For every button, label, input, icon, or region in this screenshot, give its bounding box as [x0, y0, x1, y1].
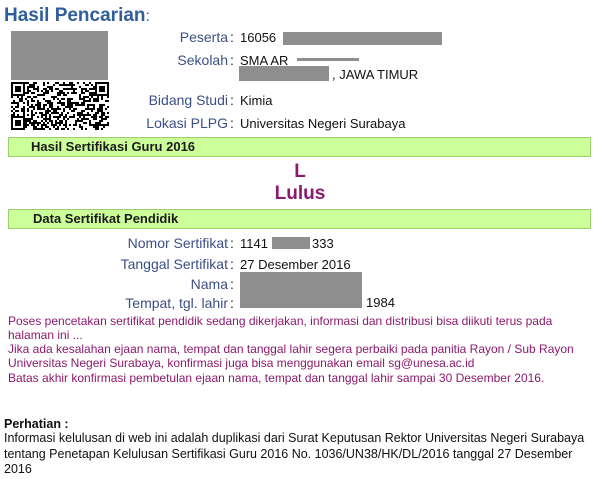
ttl-value-end: 1984	[366, 295, 395, 310]
perhatian-heading: Perhatian :	[4, 417, 69, 431]
sekolah-label: Sekolah	[177, 52, 228, 68]
nomor-sertifikat-colon: :	[230, 235, 234, 251]
result-status: Lulus	[274, 183, 326, 204]
result-code: L	[294, 161, 306, 182]
ttl-label: Tempat, tgl. lahir	[125, 295, 228, 311]
nama-redaction	[240, 272, 362, 308]
page-title-colon: :	[145, 8, 150, 25]
data-sertifikat-band: Data Sertifikat Pendidik	[8, 209, 591, 229]
nama-colon: :	[230, 276, 234, 292]
peserta-value: 16056	[240, 30, 277, 45]
sekolah-redaction-2	[239, 66, 329, 81]
notice-deadline: Batas akhir konfirmasi pembetulan ejaan …	[8, 371, 545, 385]
nama-label: Nama	[190, 276, 228, 292]
tanggal-sertifikat-colon: :	[230, 256, 234, 272]
sekolah-redaction-1	[297, 58, 359, 61]
nomor-sertifikat-value-start: 1141	[240, 236, 268, 251]
page-title-text: Hasil Pencarian	[4, 5, 146, 26]
notice-correction: Jika ada kesalahan ejaan nama, tempat da…	[8, 342, 574, 370]
perhatian-body: Informasi kelulusan di web ini adalah du…	[4, 431, 585, 476]
peserta-label: Peserta	[179, 29, 228, 45]
tanggal-sertifikat-value: 27 Desember 2016	[240, 257, 351, 272]
hasil-sertifikasi-band: Hasil Sertifikasi Guru 2016	[8, 137, 591, 157]
bidang-studi-colon: :	[230, 92, 234, 108]
lokasi-plpg-value: Universitas Negeri Surabaya	[240, 116, 406, 131]
sekolah-value-line2: , JAWA TIMUR	[332, 67, 419, 82]
bidang-studi-label: Bidang Studi	[148, 92, 228, 108]
ttl-colon: :	[230, 295, 234, 311]
peserta-redaction	[283, 32, 442, 45]
tanggal-sertifikat-label: Tanggal Sertifikat	[120, 256, 228, 272]
nomor-sertifikat-redaction	[272, 237, 310, 249]
lokasi-plpg-colon: :	[230, 115, 234, 131]
nomor-sertifikat-value-end: 333	[312, 236, 334, 251]
page-title: Hasil Pencarian:	[4, 5, 150, 27]
sekolah-colon: :	[230, 52, 234, 68]
peserta-colon: :	[230, 29, 234, 45]
bidang-studi-value: Kimia	[240, 93, 273, 108]
nomor-sertifikat-label: Nomor Sertifikat	[127, 235, 228, 251]
lokasi-plpg-label: Lokasi PLPG	[146, 115, 228, 131]
notice-printing: Poses pencetakan sertifikat pendidik sed…	[8, 314, 553, 342]
